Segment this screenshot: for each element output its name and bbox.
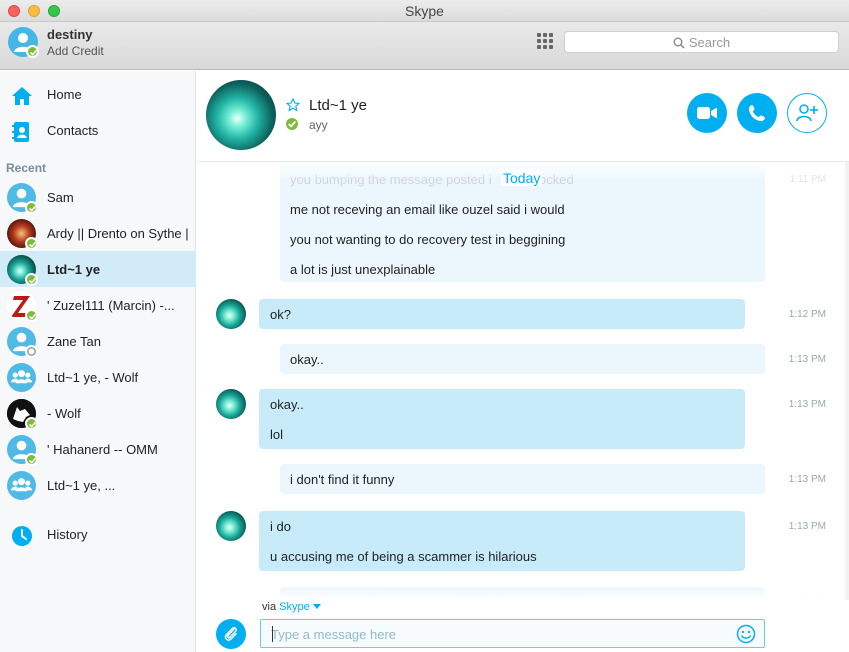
contact-name: Ardy || Drento on Sythe || [47, 226, 189, 241]
message-text: you not wanting to do recovery test in b… [290, 232, 566, 247]
message-timestamp: 1:13 PM [788, 399, 826, 410]
conversation-title: Ltd~1 ye [309, 97, 367, 114]
video-camera-icon [697, 107, 717, 119]
sidebar-item-label: Contacts [47, 123, 99, 138]
video-call-button[interactable] [687, 93, 727, 133]
message-input-box[interactable] [260, 619, 765, 648]
contact-row[interactable]: ' Hahanerd -- OMM [0, 431, 196, 467]
phone-icon [749, 105, 765, 121]
message-timestamp: 1:13 PM [788, 354, 826, 365]
contact-row[interactable]: - Wolf [0, 395, 196, 431]
sidebar-item-contacts[interactable]: Contacts [0, 112, 196, 148]
contact-name: ' Hahanerd -- OMM [47, 442, 158, 457]
offline-status-icon [25, 345, 38, 358]
via-service-name[interactable]: Skype [279, 601, 310, 613]
contact-name: ' Zuzel111 (Marcin) -... [47, 298, 175, 313]
online-status-icon [26, 45, 39, 58]
title-bar: Skype [0, 0, 849, 22]
date-divider: Today [501, 170, 543, 186]
search-input[interactable]: Search [564, 31, 839, 53]
home-icon [12, 87, 32, 105]
online-status-icon [25, 201, 38, 214]
dialpad-icon[interactable] [537, 33, 553, 49]
online-status-icon [25, 309, 38, 322]
sidebar-item-label: History [47, 527, 88, 542]
message-text: i don't find it funny [290, 472, 395, 487]
sidebar-item-label: Home [47, 87, 82, 102]
contact-row[interactable]: ' Zuzel111 (Marcin) -... [0, 287, 196, 323]
recent-header: Recent [6, 161, 47, 175]
contact-row[interactable]: Ltd~1 ye [0, 251, 196, 287]
contact-avatar [7, 363, 36, 392]
via-service-selector[interactable]: via Skype [262, 601, 321, 613]
bottom-fade [197, 586, 849, 600]
message-text: u accusing me of being a scammer is hila… [270, 549, 537, 564]
online-status-icon [286, 118, 298, 130]
add-person-icon [796, 104, 818, 122]
contact-avatar[interactable] [206, 80, 276, 150]
emoticon-icon[interactable] [736, 624, 756, 644]
message-text: okay.. [270, 397, 304, 412]
conversation-header: Ltd~1 ye ayy [197, 71, 849, 162]
message-timestamp: 1:12 PM [788, 309, 826, 320]
message-bubble [259, 389, 745, 449]
sidebar: Home Contacts Recent Sam Ardy || Drento o… [0, 71, 196, 652]
via-prefix: via [262, 601, 277, 613]
favorite-star-icon[interactable] [286, 98, 300, 112]
account-name[interactable]: destiny [47, 27, 93, 42]
chevron-down-icon[interactable] [312, 604, 321, 610]
contact-name: Sam [47, 190, 74, 205]
message-history[interactable]: you bumping the message posted ime not r… [197, 162, 849, 600]
group-icon [10, 370, 33, 384]
paperclip-icon [224, 626, 237, 641]
attach-button[interactable] [216, 619, 246, 649]
online-status-icon [25, 453, 38, 466]
message-input[interactable] [271, 624, 731, 644]
add-credit-link[interactable]: Add Credit [47, 44, 104, 58]
message-text: a lot is just unexplainable [290, 262, 436, 277]
audio-call-button[interactable] [737, 93, 777, 133]
online-status-icon [25, 273, 38, 286]
contact-row[interactable]: Sam [0, 179, 196, 215]
message-text: okay.. [290, 352, 324, 367]
window-title: Skype [405, 3, 444, 19]
message-bubble [280, 344, 765, 374]
sender-avatar[interactable] [216, 511, 246, 541]
scrollbar[interactable] [845, 162, 849, 600]
search-placeholder: Search [688, 35, 731, 50]
contact-name: - Wolf [47, 406, 81, 421]
message-text: lol [270, 427, 284, 442]
message-text: ok? [270, 307, 291, 322]
group-icon [10, 478, 33, 492]
contact-avatar [7, 471, 36, 500]
text-caret [272, 626, 273, 642]
add-participant-button[interactable] [787, 93, 827, 133]
contact-row[interactable]: Ardy || Drento on Sythe || [0, 215, 196, 251]
search-icon [673, 37, 685, 49]
clock-icon [12, 526, 32, 546]
sender-avatar[interactable] [216, 389, 246, 419]
contact-row[interactable]: Ltd~1 ye, ... [0, 467, 196, 503]
online-status-icon [25, 417, 38, 430]
message-timestamp: 1:13 PM [788, 474, 826, 485]
contact-name: Ltd~1 ye, ... [47, 478, 116, 493]
my-avatar[interactable] [8, 27, 39, 58]
contact-mood-message: ayy [309, 118, 328, 132]
contact-row[interactable]: Zane Tan [0, 323, 196, 359]
message-text: me not receving an email like ouzel said… [290, 202, 565, 217]
message-timestamp: 1:13 PM [788, 521, 826, 532]
contacts-book-icon [12, 122, 29, 142]
online-status-icon [25, 237, 38, 250]
contact-row[interactable]: Ltd~1 ye, - Wolf [0, 359, 196, 395]
sidebar-item-home[interactable]: Home [0, 76, 196, 112]
message-text: i do [270, 519, 291, 534]
contact-name: Ltd~1 ye, - Wolf [47, 370, 139, 385]
top-bar: destiny Add Credit Search [0, 22, 849, 70]
contact-name: Zane Tan [47, 334, 101, 349]
contact-name: Ltd~1 ye [47, 262, 101, 277]
sender-avatar[interactable] [216, 299, 246, 329]
message-bubble [259, 299, 745, 329]
sidebar-item-history[interactable]: History [0, 516, 196, 552]
